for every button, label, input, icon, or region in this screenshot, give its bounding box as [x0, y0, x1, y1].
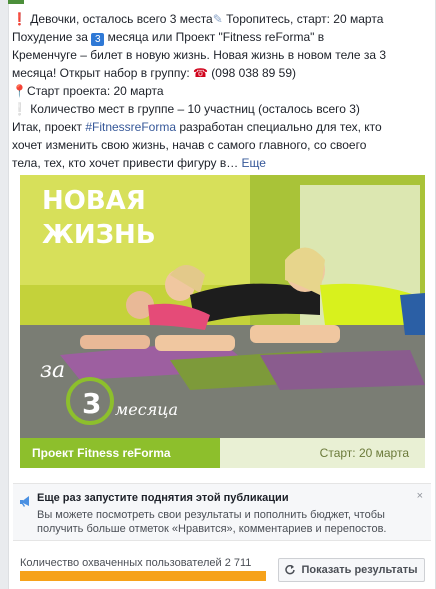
banner-project-name: Проект Fitness reForma — [20, 438, 220, 468]
image-banner: Проект Fitness reForma Старт: 20 марта — [20, 438, 425, 468]
pencil-icon: ✎ — [212, 12, 223, 26]
show-results-button[interactable]: Показать результаты — [278, 558, 425, 582]
pin-icon: 📍 — [12, 84, 27, 98]
headline-line1: НОВАЯ — [42, 186, 146, 216]
banner-start-date: Старт: 20 марта — [220, 438, 425, 468]
hashtag-link[interactable]: #FitnessreForma — [85, 120, 176, 134]
refresh-icon — [285, 565, 296, 575]
post-line: Девочки, осталось всего 3 места — [30, 12, 213, 26]
promo-title: Еще раз запустите поднятия этой публикац… — [37, 492, 289, 504]
post-line: Торопитесь, старт: 20 марта — [222, 12, 384, 26]
fitness-photo: НОВАЯ ЖИЗНЬ за 3 месяца — [20, 175, 425, 438]
phone-number: (098 038 89 59) — [211, 66, 297, 80]
post-image[interactable]: НОВАЯ ЖИЗНЬ за 3 месяца Проект Fitness r… — [20, 175, 425, 468]
see-more-link[interactable]: Еще — [242, 156, 266, 170]
post-text: ❗ Девочки, осталось всего 3 места✎ Тороп… — [12, 10, 422, 172]
top-accent — [8, 0, 24, 4]
post-line: месяца или Проект "Fitness reForma" в — [104, 30, 325, 44]
show-results-label: Показать результаты — [301, 564, 418, 576]
bar-icon: ❕ — [12, 102, 27, 116]
number-badge-icon: 3 — [91, 33, 105, 46]
reach-progress-fill — [20, 571, 266, 581]
post-line: Похудение за — [12, 30, 92, 44]
post-line: Старт проекта: 20 марта — [26, 84, 164, 98]
post-line: месяца! Открыт набор в группу: — [12, 66, 193, 80]
post-line: Количество мест в группе – 10 участниц (… — [30, 102, 360, 116]
za-text: за — [40, 358, 65, 383]
megaphone-icon — [20, 496, 29, 507]
boost-promo: Еще раз запустите поднятия этой публикац… — [13, 483, 431, 541]
promo-description: Вы можете посмотреть свои результаты и п… — [37, 509, 387, 535]
close-icon[interactable]: × — [417, 490, 423, 502]
reach-progress-bar — [20, 571, 266, 581]
reach-label: Количество охваченных пользователей 2 71… — [20, 557, 252, 569]
months-number: 3 — [82, 387, 101, 420]
months-text: месяца — [115, 400, 178, 419]
post-line: Итак, проект — [12, 120, 86, 134]
post-line: Кременчуге – билет в новую жизнь. Новая … — [12, 48, 387, 62]
exclamation-icon: ❗ — [12, 12, 27, 26]
post-line: хочет изменить свою жизнь, начав с самог… — [12, 138, 367, 152]
post-line: тела, тех, кто хочет привести фигуру в… — [12, 156, 242, 170]
headline-line2: ЖИЗНЬ — [42, 220, 156, 250]
phone-icon: ☎ — [193, 66, 208, 80]
post-line: разработан специально для тех, кто — [176, 120, 382, 134]
